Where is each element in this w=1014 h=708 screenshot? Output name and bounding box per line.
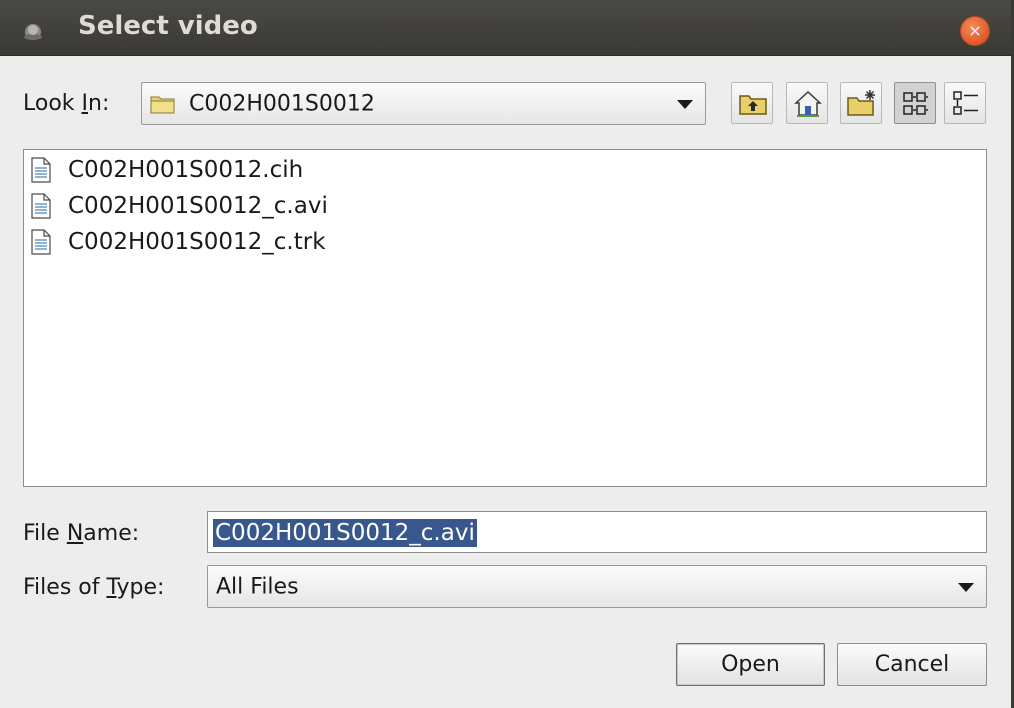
look-in-label: Look In: — [23, 91, 110, 116]
file-list[interactable]: C002H001S0012.cih C002H001S0012_c.avi C0… — [23, 149, 987, 487]
files-of-type-combo[interactable]: All Files — [207, 565, 987, 608]
file-list-item[interactable]: C002H001S0012_c.trk — [30, 225, 326, 259]
look-in-value: C002H001S0012 — [189, 91, 375, 116]
file-icon — [31, 229, 51, 255]
close-button[interactable]: × — [960, 16, 990, 46]
file-name-input[interactable]: C002H001S0012_c.avi — [207, 511, 987, 553]
folder-icon — [150, 96, 175, 114]
details-view-button[interactable] — [944, 82, 986, 124]
details-view-icon — [953, 91, 978, 115]
new-folder-button[interactable] — [840, 82, 882, 124]
file-name-selected-text: C002H001S0012_c.avi — [213, 519, 477, 547]
file-name-label: File Name: — [23, 521, 140, 546]
open-button[interactable]: Open — [676, 643, 825, 686]
up-one-level-button[interactable] — [731, 82, 773, 124]
file-name-text: C002H001S0012.cih — [68, 157, 304, 183]
look-in-combo[interactable]: C002H001S0012 — [141, 82, 706, 125]
new-folder-icon — [847, 90, 875, 116]
cancel-button[interactable]: Cancel — [837, 643, 987, 686]
window-menu-icon[interactable] — [20, 18, 46, 44]
file-icon — [31, 193, 51, 219]
window-title: Select video — [78, 11, 258, 41]
up-folder-icon — [739, 95, 767, 115]
list-view-icon — [903, 92, 928, 115]
chevron-down-icon — [958, 582, 974, 592]
list-view-button[interactable] — [894, 82, 936, 124]
home-icon — [794, 90, 822, 117]
file-name-text: C002H001S0012_c.trk — [68, 229, 326, 255]
home-button[interactable] — [786, 82, 828, 124]
file-list-item[interactable]: C002H001S0012.cih — [30, 153, 303, 187]
files-of-type-label: Files of Type: — [23, 575, 165, 600]
files-of-type-value: All Files — [216, 574, 299, 599]
file-icon — [31, 157, 51, 183]
chevron-down-icon — [677, 99, 693, 109]
window-titlebar: Select video × — [0, 0, 1014, 56]
file-list-item[interactable]: C002H001S0012_c.avi — [30, 189, 328, 223]
file-name-text: C002H001S0012_c.avi — [68, 193, 328, 219]
